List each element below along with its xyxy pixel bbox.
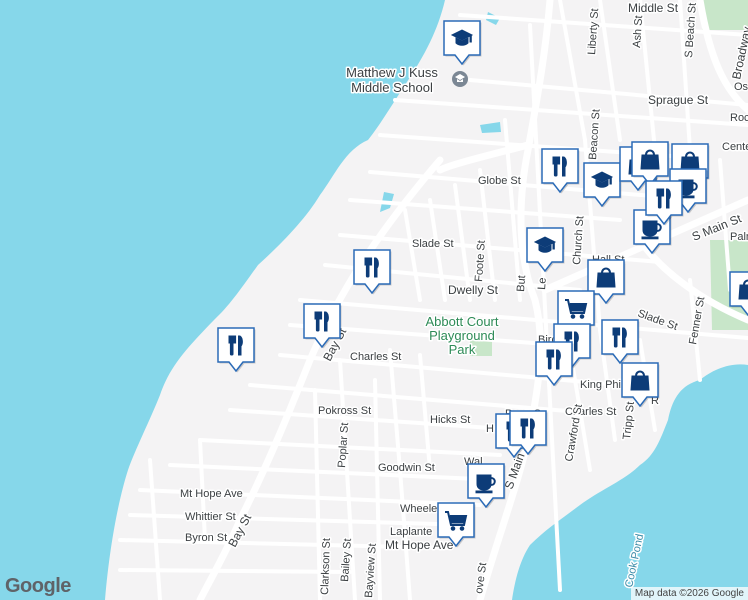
school-name-label[interactable]: Middle School xyxy=(350,79,435,97)
map-attribution: Map data ©2026 Google xyxy=(630,587,748,600)
park-name-label[interactable]: Park xyxy=(447,341,477,359)
street-label-dwelly-st: Dwelly St xyxy=(448,283,499,297)
street-label-le: Le xyxy=(536,277,549,290)
street-label-byron-st: Byron St xyxy=(185,532,227,544)
street-label-clarkson-st: Clarkson St xyxy=(319,538,333,595)
street-label-king-phillip: King Phi xyxy=(580,379,621,391)
street-label-center: Cente xyxy=(722,141,748,153)
street-label-charles-st: Charles St xyxy=(350,351,401,363)
park-area xyxy=(702,0,748,30)
street-label-goodwin-st: Goodwin St xyxy=(378,462,435,474)
street-label-butler: But xyxy=(515,275,528,292)
street-label-hicks-st: Hicks St xyxy=(430,414,470,426)
google-logo: Google xyxy=(5,575,71,597)
school-poi-icon[interactable] xyxy=(452,71,468,87)
street-label-palm: Palm xyxy=(730,231,748,243)
street-label-ash-st: Ash St xyxy=(631,15,645,48)
street-label-slade-st: Slade St xyxy=(412,238,454,250)
street-label-wheeler: Wheeler xyxy=(400,503,441,515)
street-label-pokross-st: Pokross St xyxy=(318,405,371,417)
map-canvas[interactable]: Middle St Sprague St Globe St Slade St S… xyxy=(0,0,748,600)
school-name-label[interactable]: Matthew J Kuss xyxy=(345,64,440,82)
park-name-label[interactable]: Playground xyxy=(428,327,497,345)
street-label-whittier-st: Whittier St xyxy=(185,511,236,523)
street-label-mt-hope-ave: Mt Hope Ave xyxy=(385,538,454,552)
street-label-h: H xyxy=(486,423,494,435)
street-label-middle-st: Middle St xyxy=(628,1,679,15)
street-label-globe-st: Globe St xyxy=(478,175,521,187)
street-label-os: Os xyxy=(734,81,748,93)
street-label-sprague-st: Sprague St xyxy=(648,93,709,107)
street-label-laplante: Laplante xyxy=(390,526,432,538)
park-name-label[interactable]: Abbott Court xyxy=(424,313,500,331)
street-label-rock: Roc xyxy=(730,112,748,124)
street-label-mt-hope-ave: Mt Hope Ave xyxy=(180,488,243,500)
